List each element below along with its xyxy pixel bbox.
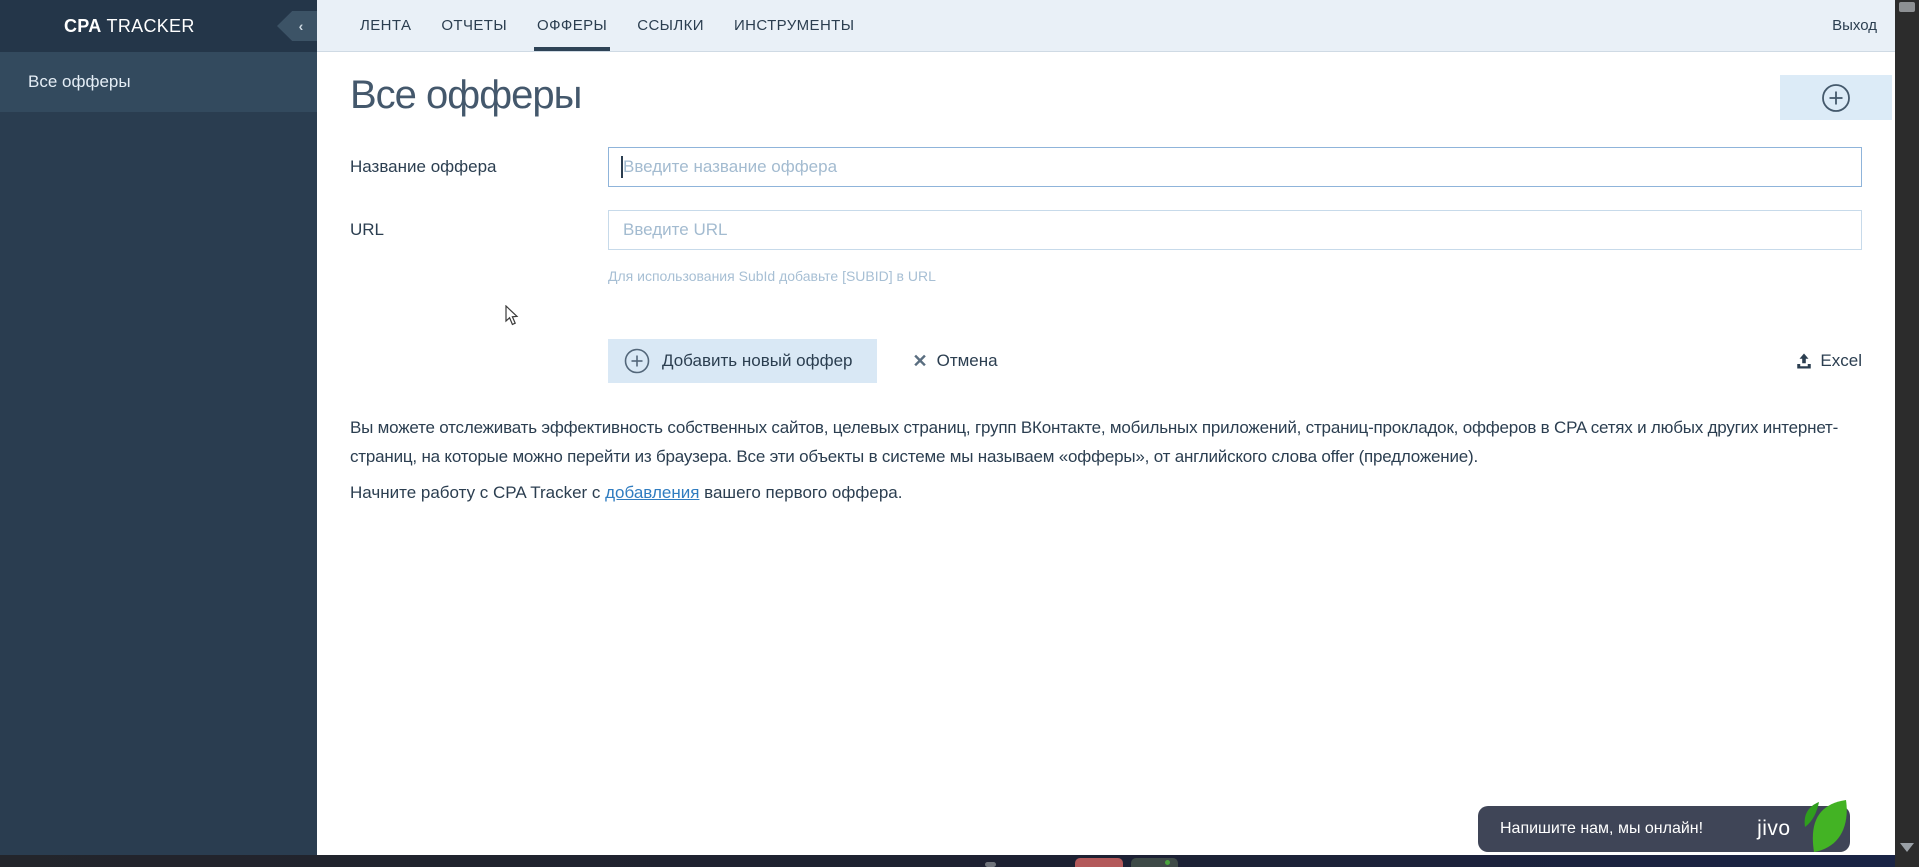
form-actions: Добавить новый оффер ✕ Отмена Excel <box>608 339 1862 383</box>
nav-tabs: ЛЕНТА ОТЧЕТЫ ОФФЕРЫ ССЫЛКИ ИНСТРУМЕНТЫ <box>317 0 869 51</box>
background-window-fragment-green <box>1131 858 1178 867</box>
add-offer-link[interactable]: добавления <box>605 483 699 502</box>
offer-url-label: URL <box>350 220 385 239</box>
getting-started-after: вашего первого оффера. <box>699 483 903 502</box>
tab-lenta[interactable]: ЛЕНТА <box>345 0 426 51</box>
app-logo-bold: CPA <box>64 15 102 36</box>
tab-label: ИНСТРУМЕНТЫ <box>733 17 855 34</box>
add-new-offer-label: Добавить новый оффер <box>662 351 853 370</box>
tab-ssylki[interactable]: ССЫЛКИ <box>622 0 719 51</box>
top-navigation: ЛЕНТА ОТЧЕТЫ ОФФЕРЫ ССЫЛКИ ИНСТРУМЕНТЫ В… <box>317 0 1895 52</box>
background-window-strip <box>0 855 1919 867</box>
app-logo-rest: TRACKER <box>101 15 195 36</box>
background-window-fragment <box>985 862 996 867</box>
offer-name-input[interactable] <box>608 147 1862 187</box>
sidebar-header: CPA TRACKER ‹ <box>0 0 317 52</box>
tab-label: ОФФЕРЫ <box>537 17 608 34</box>
offer-name-input-wrap <box>608 147 1862 187</box>
vertical-scrollbar[interactable] <box>1895 0 1919 867</box>
chevron-left-icon: ‹ <box>298 18 304 34</box>
cancel-label: Отмена <box>936 351 998 370</box>
leaf-icon <box>1804 800 1847 852</box>
page-title: Все офферы <box>350 73 582 117</box>
scrollbar-thumb[interactable] <box>1899 2 1915 12</box>
background-window-fragment-red <box>1075 858 1123 867</box>
jivo-logo: jivo <box>1757 817 1791 840</box>
close-icon: ✕ <box>912 350 928 371</box>
getting-started-before: Начните работу с CPA Tracker с <box>350 483 606 502</box>
main-content: Все офферы Название оффера URL Для испол… <box>317 53 1895 855</box>
tab-otchety[interactable]: ОТЧЕТЫ <box>426 0 522 51</box>
intro-paragraph: Вы можете отслеживать эффективность собс… <box>350 418 1839 466</box>
tab-offery[interactable]: ОФФЕРЫ <box>522 0 622 51</box>
circle-plus-icon <box>1822 83 1850 112</box>
app-logo: CPA TRACKER <box>64 16 195 37</box>
tab-label: ЛЕНТА <box>360 17 412 34</box>
subid-hint: Для использования SubId добавьте [SUBID]… <box>608 268 936 284</box>
offer-name-row: Название оффера <box>350 147 1862 187</box>
offer-url-input-wrap <box>608 210 1862 250</box>
chat-message: Напишите нам, мы онлайн! <box>1500 820 1704 837</box>
offer-url-row: URL <box>350 210 1862 250</box>
logout-link[interactable]: Выход <box>1832 17 1877 34</box>
excel-label: Excel <box>1820 351 1862 370</box>
tab-instrumenty[interactable]: ИНСТРУМЕНТЫ <box>719 0 870 51</box>
scrollbar-down-arrow[interactable] <box>1900 843 1914 852</box>
cancel-button[interactable]: ✕ Отмена <box>913 351 998 372</box>
circle-plus-icon <box>624 348 650 374</box>
getting-started-paragraph: Начните работу с CPA Tracker с добавлени… <box>350 483 902 503</box>
chat-widget[interactable]: Напишите нам, мы онлайн! jivo <box>1478 800 1850 852</box>
add-offer-toggle-button[interactable] <box>1780 75 1892 120</box>
text-caret <box>621 156 623 178</box>
sidebar-item-all-offers[interactable]: Все офферы <box>0 52 317 113</box>
tab-label: ССЫЛКИ <box>637 17 704 34</box>
offer-url-input[interactable] <box>608 210 1862 250</box>
upload-icon <box>1797 353 1812 369</box>
tab-label: ОТЧЕТЫ <box>441 17 508 34</box>
sidebar-collapse-button[interactable]: ‹ <box>277 11 317 41</box>
add-new-offer-button[interactable]: Добавить новый оффер <box>608 339 877 383</box>
offer-name-label: Название оффера <box>350 157 497 176</box>
sidebar-item-label: Все офферы <box>28 72 131 91</box>
excel-export-button[interactable]: Excel <box>1795 351 1862 371</box>
sidebar: CPA TRACKER ‹ Все офферы <box>0 0 317 855</box>
